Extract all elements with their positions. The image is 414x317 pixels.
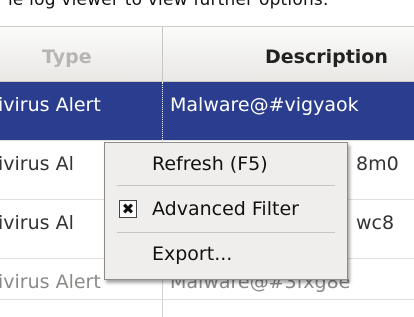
menu-item-advanced-filter-label: Advanced Filter bbox=[152, 198, 299, 220]
table-header: Type Description bbox=[0, 27, 414, 82]
log-viewer-window: Type Description ivirus Alert Malware@#v… bbox=[0, 26, 414, 317]
checkbox-checked-icon[interactable]: ✖ bbox=[119, 200, 137, 218]
menu-item-refresh-label: Refresh (F5) bbox=[152, 153, 268, 175]
menu-separator bbox=[117, 232, 335, 233]
column-header-type[interactable]: Type bbox=[0, 27, 163, 81]
menu-item-export-label: Export... bbox=[152, 243, 233, 265]
menu-item-refresh[interactable]: Refresh (F5) bbox=[105, 145, 347, 183]
menu-separator bbox=[117, 185, 335, 186]
table-row[interactable]: ivirus Alert Malware@#vigyaok bbox=[0, 82, 414, 141]
menu-item-advanced-filter[interactable]: ✖ Advanced Filter bbox=[105, 190, 347, 228]
column-header-type-label: Type bbox=[42, 46, 92, 68]
instruction-text: le log viewer to view further options. bbox=[8, 0, 329, 10]
menu-item-export[interactable]: Export... bbox=[105, 235, 347, 273]
column-header-description-label: Description bbox=[265, 46, 388, 68]
cell-type: ivirus Alert bbox=[0, 82, 163, 140]
context-menu: Refresh (F5) ✖ Advanced Filter Export... bbox=[104, 142, 348, 280]
